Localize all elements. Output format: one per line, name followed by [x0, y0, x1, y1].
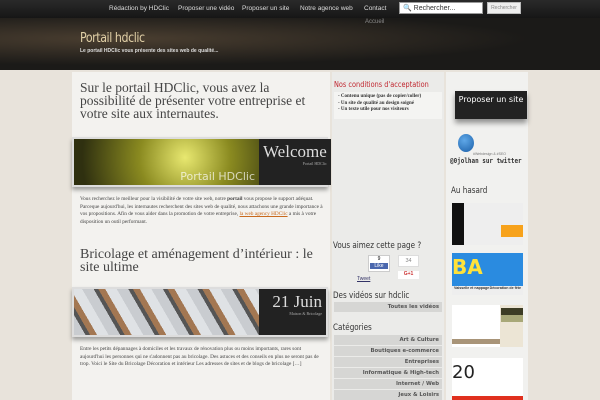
nav-proposer-video[interactable]: Proposer une vidéo — [178, 5, 234, 12]
top-nav: Rédaction by HDClic Proposer une vidéo P… — [0, 0, 600, 18]
thumb-2-label[interactable]: Vaisselle et nappage — [454, 286, 489, 295]
twitter-subtitle: #Webdesign & #SEO — [473, 152, 507, 156]
search-placeholder: Rechercher... — [413, 5, 456, 12]
intro-title: Sur le portail HDClic, vous avez la poss… — [80, 80, 306, 121]
intro-text-bold: portail — [227, 196, 243, 202]
condition-item: - Un texte utile pour nos visiteurs — [338, 107, 409, 112]
banner-image: Portail HDClic — [74, 139, 259, 185]
like-count: 9 — [377, 256, 381, 262]
category-informatique[interactable]: Informatique & High-tech — [334, 368, 442, 378]
thumb-3-swatch — [501, 315, 523, 322]
welcome-banner: Portail HDClic Welcome Portail HDClic — [72, 137, 331, 187]
site-tagline: Le portail HDClic vous présente des site… — [80, 48, 219, 54]
facebook-like-button[interactable]: 9 Like — [368, 255, 390, 272]
banner-title: Welcome — [263, 142, 327, 161]
twitter-link[interactable]: @0jolhan sur twitter — [450, 157, 522, 165]
social-title: Vous aimez cette page ? — [333, 241, 422, 251]
site-header: Accueil Portail hdclic Le portail HDClic… — [0, 18, 600, 70]
random-thumb-1[interactable] — [452, 203, 523, 245]
article-title[interactable]: Bricolage et aménagement d’intérieur : l… — [80, 248, 325, 275]
thumb-3-bar — [452, 339, 500, 344]
thumb-4-number: 20 — [452, 362, 475, 383]
article-category[interactable]: Maison & Bricolage — [263, 311, 322, 316]
thumb-2-label[interactable]: Décoration de fête — [490, 286, 521, 295]
videos-title: Des vidéos sur hdclic — [333, 291, 410, 301]
thumb-1-accent — [501, 225, 523, 237]
gplus-count: 34 — [398, 255, 419, 267]
article-image[interactable] — [74, 289, 259, 335]
thumb-3-swatch — [501, 308, 523, 315]
thumb-4-bar — [452, 396, 523, 400]
propose-site-button[interactable]: Proposer un site — [455, 91, 527, 119]
right-sidebar: Proposer un site #Webdesign & #SEO @0jol… — [446, 72, 528, 400]
search-input[interactable]: 🔍 Rechercher... — [399, 2, 483, 14]
all-videos-link[interactable]: Toutes les vidéos — [334, 302, 442, 312]
nav-proposer-site[interactable]: Proposer un site — [242, 5, 289, 12]
nav-agence-web[interactable]: Notre agence web — [300, 5, 353, 12]
nav-contact[interactable]: Contact — [364, 5, 386, 12]
random-thumb-3[interactable] — [452, 305, 523, 347]
intro-text-1: Vous recherchez le meilleur pour la visi… — [80, 196, 228, 202]
category-entreprises[interactable]: Entreprises — [334, 357, 442, 367]
tweet-link[interactable]: Tweet — [357, 276, 370, 282]
article-banner[interactable]: 21 Juin Maison & Bricolage — [72, 287, 328, 337]
conditions-list: - Contenu unique (pas de copier/coller) … — [334, 92, 442, 119]
random-thumb-2[interactable]: BA Vaisselle et nappage Décoration de fête — [452, 253, 523, 295]
conditions-title: Nos conditions d'acceptation — [334, 80, 429, 89]
category-art-culture[interactable]: Art & Culture — [334, 335, 442, 345]
category-internet-web[interactable]: Internet / Web — [334, 379, 442, 389]
banner-sub: Portail HDClic — [302, 161, 327, 166]
thumb-2-logo: BA — [452, 255, 483, 279]
nav-redaction[interactable]: Rédaction by HDClic — [109, 5, 169, 12]
middle-sidebar: Nos conditions d'acceptation - Contenu u… — [332, 72, 444, 400]
article-date: 21 Juin — [272, 292, 322, 311]
gplus-button[interactable]: G+1 — [398, 271, 419, 279]
random-title: Au hasard — [451, 186, 488, 196]
twitter-bird-icon[interactable] — [458, 134, 474, 152]
agency-link[interactable]: la web agency HDClic — [239, 211, 287, 217]
main-content: Sur le portail HDClic, vous avez la poss… — [72, 72, 331, 400]
category-jeux-loisirs[interactable]: Jeux & Loisirs — [334, 390, 442, 400]
site-logo[interactable]: Portail hdclic — [80, 31, 145, 46]
article-excerpt: Entre les petits dépannages à domiciles … — [80, 346, 319, 368]
banner-watermark: Portail HDClic — [180, 170, 255, 183]
nav-accueil[interactable]: Accueil — [365, 19, 384, 25]
intro-text: Vous recherchez le meilleur pour la visi… — [80, 196, 325, 226]
like-label: Like — [370, 263, 388, 269]
search-button[interactable]: Rechercher — [487, 2, 521, 14]
categories-title: Catégories — [333, 323, 372, 333]
thumb-2-labels: Vaisselle et nappage Décoration de fête — [452, 286, 523, 295]
category-boutiques[interactable]: Boutiques e-commerce — [334, 346, 442, 356]
search-icon: 🔍 — [403, 5, 412, 12]
random-thumb-4[interactable]: 20 — [452, 358, 523, 400]
